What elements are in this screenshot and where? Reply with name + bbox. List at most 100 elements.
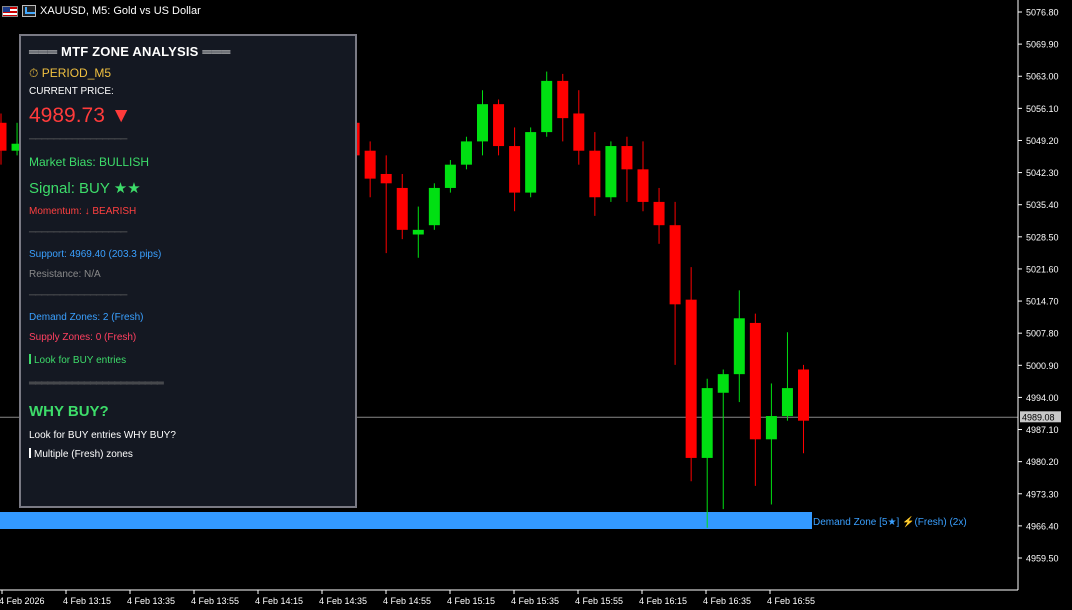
candle[interactable] — [605, 141, 617, 202]
separator: ──────────────── — [29, 290, 127, 301]
candle-body — [669, 225, 681, 305]
candle-body — [653, 201, 665, 226]
y-tick-label: 5069.90 — [1026, 40, 1059, 50]
y-tick-label: 4987.10 — [1026, 425, 1059, 435]
panel-header: ═══ MTF ZONE ANALYSIS ═══ — [29, 44, 231, 59]
y-tick-label: 5076.80 — [1026, 8, 1059, 18]
candle[interactable] — [685, 267, 697, 482]
period-label: ⏱ PERIOD_M5 — [29, 66, 112, 80]
candle-body — [557, 80, 569, 119]
candle[interactable] — [749, 313, 761, 486]
y-tick-label: 5042.30 — [1026, 168, 1059, 178]
candle-body — [765, 416, 777, 440]
candle-body — [380, 173, 392, 184]
y-tick-label: 5000.90 — [1026, 361, 1059, 371]
x-tick-label: 4 Feb 14:55 — [383, 596, 431, 606]
why-title: WHY BUY? — [29, 403, 109, 420]
candle[interactable] — [733, 290, 745, 403]
candle-body — [573, 113, 585, 151]
x-tick-label: 4 Feb 16:35 — [703, 596, 751, 606]
candle[interactable] — [701, 378, 713, 528]
y-tick-label: 5035.40 — [1026, 200, 1059, 210]
chart-window-icon[interactable] — [22, 5, 36, 17]
candle[interactable] — [412, 206, 424, 258]
candle-body — [428, 187, 440, 226]
separator: ──────────────── — [29, 227, 127, 238]
y-tick-label: 5014.70 — [1026, 297, 1059, 307]
current-price-label: CURRENT PRICE: — [29, 86, 114, 97]
x-tick-label: 4 Feb 14:15 — [255, 596, 303, 606]
resistance-text: Resistance: N/A — [29, 269, 101, 280]
candle[interactable] — [0, 113, 7, 165]
market-bias: Market Bias: BULLISH — [29, 155, 150, 169]
candle[interactable] — [717, 369, 729, 510]
candle-body — [621, 146, 633, 170]
candle-body — [701, 388, 713, 458]
candle[interactable] — [573, 90, 585, 165]
separator: ──────────────── — [29, 134, 127, 145]
candle-body — [605, 146, 617, 198]
y-tick-label: 4980.20 — [1026, 457, 1059, 467]
x-tick-label: 4 Feb 13:55 — [191, 596, 239, 606]
current-price-tag-label: 4989.08 — [1022, 412, 1055, 422]
x-tick-label: 4 Feb 16:55 — [767, 596, 815, 606]
y-tick-label: 5063.00 — [1026, 72, 1059, 82]
candle[interactable] — [798, 364, 809, 454]
candle[interactable] — [493, 99, 505, 156]
candle[interactable] — [364, 141, 376, 198]
candle[interactable] — [460, 136, 472, 170]
candle-body — [589, 150, 601, 198]
candle[interactable] — [396, 173, 408, 240]
x-tick-label: 4 Feb 15:55 — [575, 596, 623, 606]
candle[interactable] — [380, 155, 392, 254]
momentum-text: Momentum: ↓ BEARISH — [29, 206, 137, 217]
candle[interactable] — [653, 187, 665, 244]
candle-body — [685, 299, 697, 458]
y-tick-label: 4959.50 — [1026, 554, 1059, 564]
candle[interactable] — [509, 127, 521, 212]
candle[interactable] — [525, 127, 537, 198]
multiple-zones-text: Multiple (Fresh) zones — [34, 449, 133, 460]
candle[interactable] — [589, 132, 601, 216]
candle-body — [798, 369, 809, 421]
candle-body — [396, 187, 408, 230]
candle[interactable] — [541, 71, 553, 137]
x-tick-label: 4 Feb 14:35 — [319, 596, 367, 606]
candle[interactable] — [669, 201, 681, 365]
candle-body — [477, 104, 488, 142]
candle-body — [733, 318, 745, 375]
candle-body — [412, 229, 424, 235]
candle[interactable] — [477, 90, 488, 156]
candle[interactable] — [781, 332, 793, 421]
x-tick-label: 4 Feb 2026 — [0, 596, 45, 606]
candle[interactable] — [621, 136, 633, 202]
white-bar-icon — [29, 448, 31, 458]
y-tick-label: 4966.40 — [1026, 521, 1059, 531]
x-tick-label: 4 Feb 15:35 — [511, 596, 559, 606]
candle[interactable] — [444, 160, 456, 193]
candle-body — [0, 122, 7, 151]
chart-title: XAUUSD, M5: Gold vs US Dollar — [40, 5, 201, 17]
y-tick-label: 5021.60 — [1026, 264, 1059, 274]
x-tick-label: 4 Feb 13:35 — [127, 596, 175, 606]
why-text: Look for BUY entries WHY BUY? — [29, 430, 176, 441]
candle[interactable] — [637, 141, 649, 212]
support-text: Support: 4969.40 (203.3 pips) — [29, 249, 162, 260]
candle-body — [717, 374, 729, 393]
current-price-value: 4989.73 ▼ — [29, 104, 132, 127]
candle[interactable] — [428, 183, 440, 230]
demand-zone-rect[interactable] — [0, 512, 812, 529]
chart-title-bar: XAUUSD, M5: Gold vs US Dollar — [2, 5, 201, 17]
candle[interactable] — [765, 383, 777, 505]
candle-body — [525, 132, 537, 193]
look-for-text: Look for BUY entries — [34, 355, 127, 366]
x-tick-label: 4 Feb 16:15 — [639, 596, 687, 606]
candle-body — [749, 322, 761, 440]
candle[interactable] — [557, 73, 569, 142]
y-tick-label: 5049.20 — [1026, 136, 1059, 146]
y-tick-label: 5028.50 — [1026, 232, 1059, 242]
long-separator: ══════════════════════ — [29, 378, 164, 389]
candle-body — [460, 141, 472, 165]
look-for-entries: Look for BUY entries — [29, 354, 126, 366]
supply-zones-text: Supply Zones: 0 (Fresh) — [29, 332, 137, 343]
